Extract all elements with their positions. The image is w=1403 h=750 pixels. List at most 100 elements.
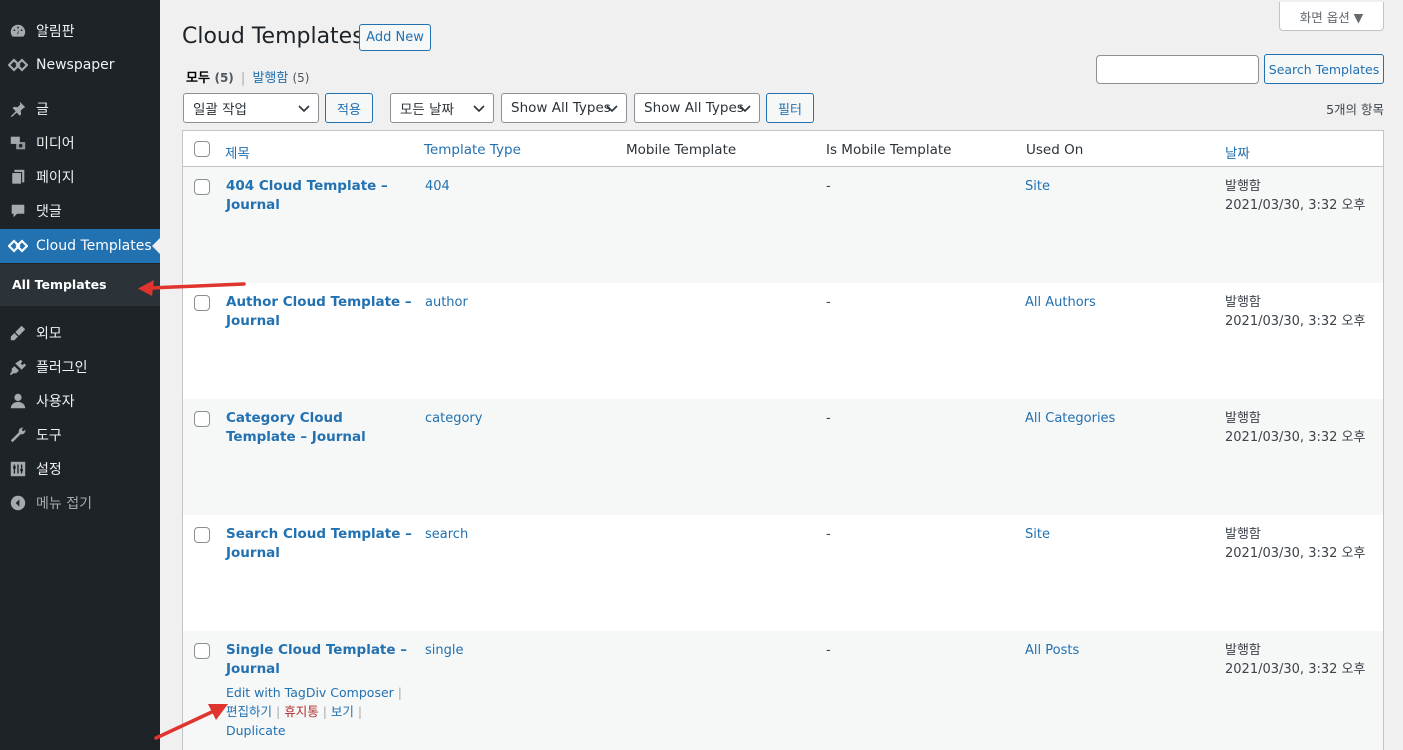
sidebar-item-appearance[interactable]: 외모 bbox=[0, 316, 160, 350]
tools-icon bbox=[8, 425, 28, 445]
search-templates-button[interactable]: Search Templates bbox=[1264, 54, 1384, 84]
row-status: 발행함 bbox=[1225, 179, 1261, 194]
sidebar-item-tools[interactable]: 도구 bbox=[0, 418, 160, 452]
row-template-type[interactable]: author bbox=[425, 295, 468, 310]
view-published-link[interactable]: 발행함 (5) bbox=[252, 71, 309, 86]
column-title[interactable]: 제목 bbox=[225, 142, 250, 162]
sidebar-item-label: 플러그인 bbox=[36, 360, 88, 376]
page-title: Cloud Templates bbox=[182, 24, 364, 49]
mobile-type-filter-select[interactable]: Show All Types bbox=[634, 93, 760, 123]
sidebar-item-label: Newspaper bbox=[36, 57, 115, 73]
sidebar-item-comments[interactable]: 댓글 bbox=[0, 194, 160, 228]
sidebar-item-media[interactable]: 미디어 bbox=[0, 126, 160, 160]
items-count: 5개의 항목 bbox=[1326, 102, 1384, 117]
row-date: 2021/03/30, 3:32 오후 bbox=[1225, 314, 1366, 329]
row-used-on[interactable]: Site bbox=[1025, 179, 1050, 194]
table-row: 404 Cloud Template – Journal 404 - Site … bbox=[183, 167, 1383, 283]
row-title-link[interactable]: Category Cloud Template – Journal bbox=[226, 409, 416, 447]
filter-button[interactable]: 필터 bbox=[766, 93, 814, 123]
row-checkbox[interactable] bbox=[194, 295, 210, 311]
plugins-icon bbox=[8, 357, 28, 377]
row-checkbox[interactable] bbox=[194, 411, 210, 427]
chevron-down-icon bbox=[473, 105, 485, 113]
chevron-down-icon bbox=[739, 105, 751, 113]
sidebar-item-settings[interactable]: 설정 bbox=[0, 452, 160, 486]
select-all-checkbox[interactable] bbox=[194, 141, 210, 157]
sidebar-item-label: 알림판 bbox=[36, 24, 75, 40]
row-template-type[interactable]: category bbox=[425, 411, 482, 426]
column-date[interactable]: 날짜 bbox=[1225, 142, 1250, 162]
table-row: Search Cloud Template – Journal search -… bbox=[183, 515, 1383, 631]
collapse-icon bbox=[8, 493, 28, 513]
table-header: 제목 Template Type Mobile Template Is Mobi… bbox=[183, 131, 1383, 167]
row-checkbox[interactable] bbox=[194, 643, 210, 659]
sidebar-item-cloud-templates[interactable]: Cloud Templates bbox=[0, 229, 160, 263]
column-template-type[interactable]: Template Type bbox=[424, 142, 521, 158]
date-filter-select[interactable]: 모든 날짜 bbox=[390, 93, 494, 123]
row-is-mobile: - bbox=[826, 643, 831, 658]
column-is-mobile-template: Is Mobile Template bbox=[826, 142, 952, 158]
view-published-count: (5) bbox=[292, 71, 310, 85]
row-status: 발행함 bbox=[1225, 643, 1261, 658]
status-views: 모두 (5) | 발행함 (5) bbox=[186, 67, 309, 86]
sidebar-collapse-menu[interactable]: 메뉴 접기 bbox=[0, 486, 160, 520]
row-checkbox[interactable] bbox=[194, 179, 210, 195]
pages-icon bbox=[8, 167, 28, 187]
row-used-on[interactable]: All Posts bbox=[1025, 643, 1079, 658]
search-input[interactable] bbox=[1096, 55, 1259, 84]
sidebar-item-label: 메뉴 접기 bbox=[36, 496, 92, 512]
media-icon bbox=[8, 133, 28, 153]
row-template-type[interactable]: 404 bbox=[425, 179, 450, 194]
row-date: 2021/03/30, 3:32 오후 bbox=[1225, 662, 1366, 677]
trash-link[interactable]: 휴지통 bbox=[284, 704, 319, 719]
row-actions: Edit with TagDiv Composer | 편집하기 | 휴지통 |… bbox=[226, 683, 416, 740]
sidebar-item-label: 사용자 bbox=[36, 394, 75, 410]
row-used-on[interactable]: All Categories bbox=[1025, 411, 1115, 426]
row-used-on[interactable]: All Authors bbox=[1025, 295, 1096, 310]
sidebar-item-plugins[interactable]: 플러그인 bbox=[0, 350, 160, 384]
sidebar-item-dashboard[interactable]: 알림판 bbox=[0, 14, 160, 48]
mobile-type-filter-value: Show All Types bbox=[644, 100, 744, 116]
add-new-button[interactable]: Add New bbox=[359, 24, 431, 51]
sidebar-item-newspaper[interactable]: Newspaper bbox=[0, 48, 160, 82]
column-used-on: Used On bbox=[1026, 142, 1084, 158]
row-action-separator: | bbox=[397, 685, 402, 700]
sidebar-item-label: 글 bbox=[36, 102, 49, 118]
row-title-link[interactable]: Search Cloud Template – Journal bbox=[226, 525, 416, 563]
sidebar-item-label: 외모 bbox=[36, 326, 62, 342]
row-date-cell: 발행함 2021/03/30, 3:32 오후 bbox=[1225, 293, 1365, 331]
view-all-count: (5) bbox=[214, 71, 234, 85]
row-title-link[interactable]: Author Cloud Template – Journal bbox=[226, 293, 416, 331]
template-type-filter-select[interactable]: Show All Types bbox=[501, 93, 627, 123]
row-title-link[interactable]: Single Cloud Template – Journal bbox=[226, 641, 416, 679]
edit-with-composer-link[interactable]: Edit with TagDiv Composer bbox=[226, 685, 394, 700]
newspaper-icon bbox=[8, 55, 28, 75]
screen-options-button[interactable]: 화면 옵션 ▼ bbox=[1279, 2, 1384, 31]
edit-link[interactable]: 편집하기 bbox=[226, 704, 272, 719]
bulk-action-select[interactable]: 일괄 작업 bbox=[183, 93, 319, 123]
cloud-templates-icon bbox=[8, 236, 28, 256]
row-is-mobile: - bbox=[826, 295, 831, 310]
row-action-separator: | bbox=[322, 704, 327, 719]
row-used-on[interactable]: Site bbox=[1025, 527, 1050, 542]
row-checkbox[interactable] bbox=[194, 527, 210, 543]
sidebar-item-posts[interactable]: 글 bbox=[0, 92, 160, 126]
submenu-item-all-templates[interactable]: All Templates bbox=[12, 277, 107, 292]
column-mobile-template: Mobile Template bbox=[626, 142, 737, 158]
view-all-label: 모두 bbox=[186, 71, 210, 86]
apply-button[interactable]: 적용 bbox=[325, 93, 373, 123]
row-template-type[interactable]: single bbox=[425, 643, 464, 658]
row-template-type[interactable]: search bbox=[425, 527, 468, 542]
view-all-link[interactable]: 모두 (5) bbox=[186, 71, 234, 86]
duplicate-link[interactable]: Duplicate bbox=[226, 723, 286, 738]
chevron-down-icon bbox=[606, 105, 618, 113]
view-published-label: 발행함 bbox=[252, 71, 289, 86]
row-date: 2021/03/30, 3:32 오후 bbox=[1225, 546, 1366, 561]
sidebar-item-users[interactable]: 사용자 bbox=[0, 384, 160, 418]
row-date-cell: 발행함 2021/03/30, 3:32 오후 bbox=[1225, 641, 1365, 679]
sidebar-item-pages[interactable]: 페이지 bbox=[0, 160, 160, 194]
row-is-mobile: - bbox=[826, 411, 831, 426]
sidebar-item-label: 댓글 bbox=[36, 204, 62, 220]
view-link[interactable]: 보기 bbox=[331, 704, 354, 719]
row-title-link[interactable]: 404 Cloud Template – Journal bbox=[226, 177, 416, 215]
